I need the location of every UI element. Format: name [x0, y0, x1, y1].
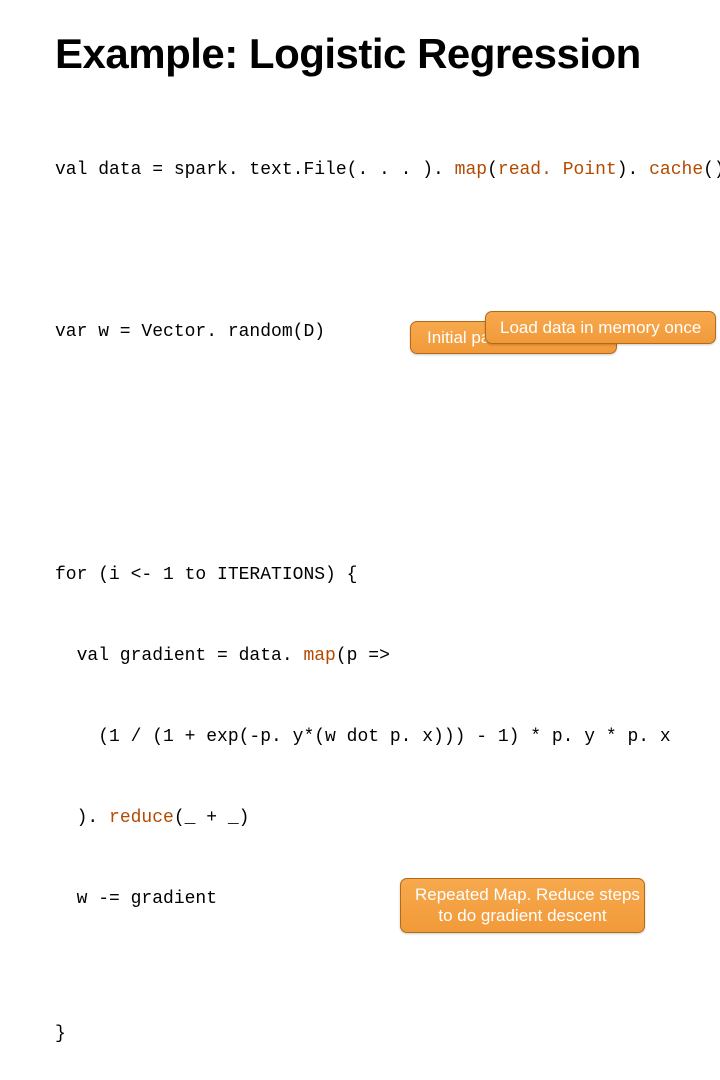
code-text: w -= gradient [55, 889, 217, 909]
callout-repeated-steps: Repeated Map. Reduce steps to do gradient… [400, 878, 645, 933]
slide: Example: Logistic Regression val data = … [0, 0, 720, 540]
code-line: val gradient = data. map(p => [55, 643, 675, 670]
code-line: w -= gradient Repeated Map. Reduce steps… [55, 886, 675, 967]
code-line: var w = Vector. random(D) Load data in m… [55, 319, 675, 427]
callout-load-data: Load data in memory once [485, 311, 716, 344]
code-method-readpoint: read. Point [498, 160, 617, 180]
code-method-cache: cache [649, 160, 703, 180]
callout-line: to do gradient descent [438, 906, 606, 925]
code-text: var w = Vector. random(D) [55, 322, 325, 342]
code-text: ). [55, 808, 109, 828]
code-line-blank [55, 238, 675, 265]
code-text: (p => [336, 646, 390, 666]
code-text: ( [487, 160, 498, 180]
code-text: val data = spark. text.File(. . . ). [55, 160, 455, 180]
code-line: (1 / (1 + exp(-p. y*(w dot p. x))) - 1) … [55, 724, 675, 751]
code-line: val data = spark. text.File(. . . ). map… [55, 157, 675, 184]
code-line: ). reduce(_ + _) [55, 805, 675, 832]
code-block: val data = spark. text.File(. . . ). map… [55, 103, 675, 1080]
code-text: val gradient = data. [55, 646, 303, 666]
code-method-reduce: reduce [109, 808, 174, 828]
code-line: } [55, 1021, 675, 1048]
code-line-blank [55, 481, 675, 508]
callout-line: Repeated Map. Reduce steps [415, 885, 640, 904]
code-method-map: map [303, 646, 335, 666]
code-text: (_ + _) [174, 808, 250, 828]
code-method-map: map [455, 160, 487, 180]
code-line: for (i <- 1 to ITERATIONS) { [55, 562, 675, 589]
code-text: () [703, 160, 720, 180]
page-title: Example: Logistic Regression [55, 30, 675, 78]
code-text: ). [617, 160, 649, 180]
